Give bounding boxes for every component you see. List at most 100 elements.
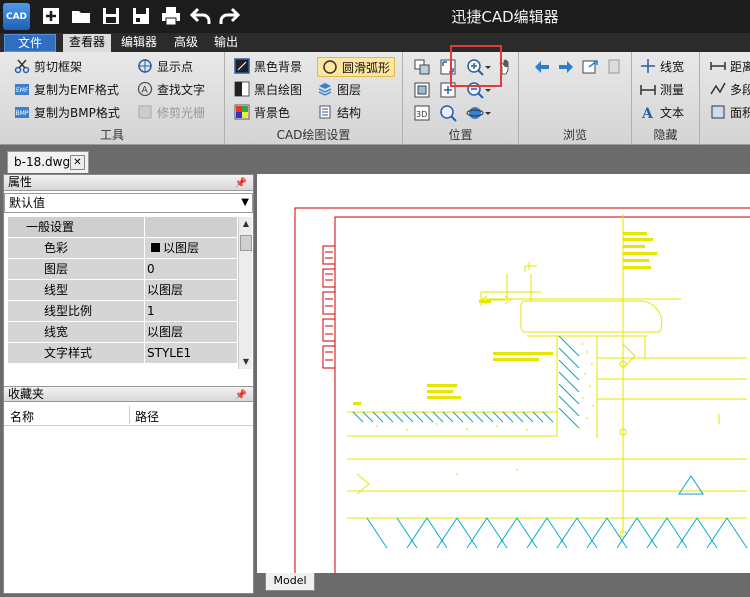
group-measure: 距离 多段 面积 bbox=[700, 52, 750, 145]
document-tab-bar: b-18.dwg ✕ bbox=[0, 145, 750, 173]
open-folder-icon[interactable] bbox=[70, 5, 92, 27]
left-panel: 属性 📌 默认值 ▼ − 一般设置 色彩 以图层 图层 0 线型 以图层 线型比… bbox=[3, 174, 254, 594]
model-tab[interactable]: Model bbox=[265, 573, 315, 591]
column-divider bbox=[129, 406, 130, 424]
background-color-button[interactable]: 背景色 bbox=[234, 103, 290, 123]
smooth-arc-label: 圆滑弧形 bbox=[342, 61, 391, 75]
group-tools: 剪切框架 EMF 复制为EMF格式 BMP 复制为BMP格式 显示点 A 查找文字 修… bbox=[0, 52, 225, 145]
property-selector[interactable]: 默认值 ▼ bbox=[4, 193, 253, 213]
layers-icon bbox=[318, 83, 332, 96]
find-text-button[interactable]: A 查找文字 bbox=[137, 80, 205, 100]
property-scrollbar[interactable]: ▲ ▼ bbox=[238, 217, 252, 369]
property-value: 以图层 bbox=[145, 280, 237, 300]
property-row[interactable]: 图层 0 bbox=[8, 259, 237, 280]
distance-button[interactable]: 距离 bbox=[710, 57, 750, 77]
zoom-highlight-box bbox=[450, 45, 502, 87]
zoom-extents-icon[interactable] bbox=[413, 81, 431, 99]
palette-icon bbox=[234, 104, 250, 120]
scroll-down-icon[interactable]: ▼ bbox=[240, 356, 252, 368]
favorites-columns: 名称 路径 bbox=[4, 404, 253, 426]
save-icon[interactable] bbox=[100, 5, 122, 27]
save-as-icon[interactable] bbox=[130, 5, 152, 27]
tab-file[interactable]: 文件 bbox=[4, 34, 56, 52]
linewidth-icon bbox=[641, 59, 655, 73]
zoom-previous-icon[interactable] bbox=[439, 104, 457, 122]
copy-emf-button[interactable]: EMF 复制为EMF格式 bbox=[14, 80, 119, 100]
structure-label: 结构 bbox=[337, 106, 362, 120]
black-background-button[interactable]: 黑色背景 bbox=[234, 57, 302, 77]
app-logo[interactable]: CAD bbox=[3, 3, 30, 30]
document-tab[interactable]: b-18.dwg ✕ bbox=[7, 151, 89, 173]
property-row[interactable]: 线型 以图层 bbox=[8, 280, 237, 301]
multi-segment-button[interactable]: 多段 bbox=[710, 80, 750, 100]
svg-text:A: A bbox=[641, 106, 654, 120]
svg-text:A: A bbox=[142, 86, 149, 96]
layers-button[interactable]: 图层 bbox=[317, 80, 361, 100]
layers-label: 图层 bbox=[337, 83, 362, 97]
bw-drawing-button[interactable]: 黑白绘图 bbox=[234, 80, 302, 100]
scroll-up-icon[interactable]: ▲ bbox=[240, 218, 252, 230]
export-icon[interactable] bbox=[581, 58, 599, 76]
distance-label: 距离 bbox=[730, 60, 750, 74]
redo-icon[interactable] bbox=[218, 5, 240, 27]
measure-button[interactable]: 测量 bbox=[640, 80, 684, 100]
chevron-down-icon[interactable]: ▼ bbox=[241, 194, 249, 212]
area-icon bbox=[711, 105, 725, 119]
drawing-canvas[interactable] bbox=[257, 174, 750, 573]
property-row[interactable]: 线型比例 1 bbox=[8, 301, 237, 322]
menu-bar: 文件 查看器 编辑器 高级 输出 bbox=[0, 33, 750, 52]
orbit-dropdown-icon[interactable] bbox=[483, 104, 493, 122]
area-button[interactable]: 面积 bbox=[710, 103, 750, 123]
tab-advanced[interactable]: 高级 bbox=[170, 34, 202, 52]
property-category-label: 一般设置 bbox=[8, 217, 144, 237]
smooth-arc-button[interactable]: 圆滑弧形 bbox=[317, 57, 396, 77]
scissors-icon bbox=[14, 59, 30, 74]
tab-viewer[interactable]: 查看器 bbox=[63, 34, 111, 52]
pin-icon[interactable]: 📌 bbox=[235, 176, 247, 191]
column-name[interactable]: 名称 bbox=[10, 408, 34, 425]
property-value: 1 bbox=[145, 301, 237, 321]
page-icon[interactable] bbox=[605, 58, 623, 76]
arc-icon bbox=[323, 60, 337, 74]
show-points-button[interactable]: 显示点 bbox=[137, 57, 193, 77]
new-file-icon[interactable] bbox=[40, 5, 62, 27]
pin-icon[interactable]: 📌 bbox=[235, 388, 247, 403]
linewidth-button[interactable]: 线宽 bbox=[640, 57, 684, 77]
orbit-icon[interactable] bbox=[466, 104, 484, 122]
arrow-left-icon[interactable] bbox=[533, 58, 551, 76]
group-cad-settings-label: CAD绘图设置 bbox=[276, 128, 351, 142]
text-button[interactable]: A 文本 bbox=[640, 103, 684, 123]
arrow-right-icon[interactable] bbox=[557, 58, 575, 76]
column-path[interactable]: 路径 bbox=[135, 408, 159, 425]
cad-drawing[interactable] bbox=[257, 174, 750, 573]
copy-bmp-button[interactable]: BMP 复制为BMP格式 bbox=[14, 103, 120, 123]
group-cad-settings: 黑色背景 黑白绘图 背景色 圆滑弧形 图层 结构 CAD绘图设置 bbox=[225, 52, 403, 145]
scrollbar-thumb[interactable] bbox=[240, 235, 252, 251]
property-row[interactable]: 线宽 以图层 bbox=[8, 322, 237, 343]
inner-frame bbox=[334, 216, 750, 573]
property-category[interactable]: − 一般设置 bbox=[8, 217, 237, 238]
property-value: STYLE1 bbox=[145, 343, 237, 363]
rotate-icon[interactable]: 3D bbox=[413, 104, 431, 122]
zoom-window-icon[interactable] bbox=[413, 58, 431, 76]
property-value-text: 以图层 bbox=[163, 241, 200, 255]
emf-icon: EMF bbox=[15, 84, 29, 95]
favorites-header: 收藏夹 📌 bbox=[4, 386, 253, 402]
tab-output[interactable]: 输出 bbox=[210, 34, 242, 52]
text-label: 文本 bbox=[660, 106, 685, 120]
properties-header: 属性 📌 bbox=[4, 175, 253, 191]
tab-editor[interactable]: 编辑器 bbox=[118, 34, 160, 52]
undo-icon[interactable] bbox=[190, 5, 212, 27]
property-row[interactable]: 色彩 以图层 bbox=[8, 238, 237, 259]
linewidth-label: 线宽 bbox=[660, 60, 685, 74]
trim-raster-button[interactable]: 修剪光栅 bbox=[137, 103, 205, 123]
multi-segment-label: 多段 bbox=[730, 83, 750, 97]
print-icon[interactable] bbox=[160, 5, 182, 27]
clip-frame-button[interactable]: 剪切框架 bbox=[14, 57, 82, 77]
property-name: 线型 bbox=[8, 280, 144, 300]
close-icon[interactable]: ✕ bbox=[70, 155, 85, 170]
group-browse: 浏览 bbox=[519, 52, 632, 145]
property-row[interactable]: 文字样式 STYLE1 bbox=[8, 343, 237, 364]
structure-button[interactable]: 结构 bbox=[317, 103, 361, 123]
svg-text:BMP: BMP bbox=[16, 110, 29, 117]
